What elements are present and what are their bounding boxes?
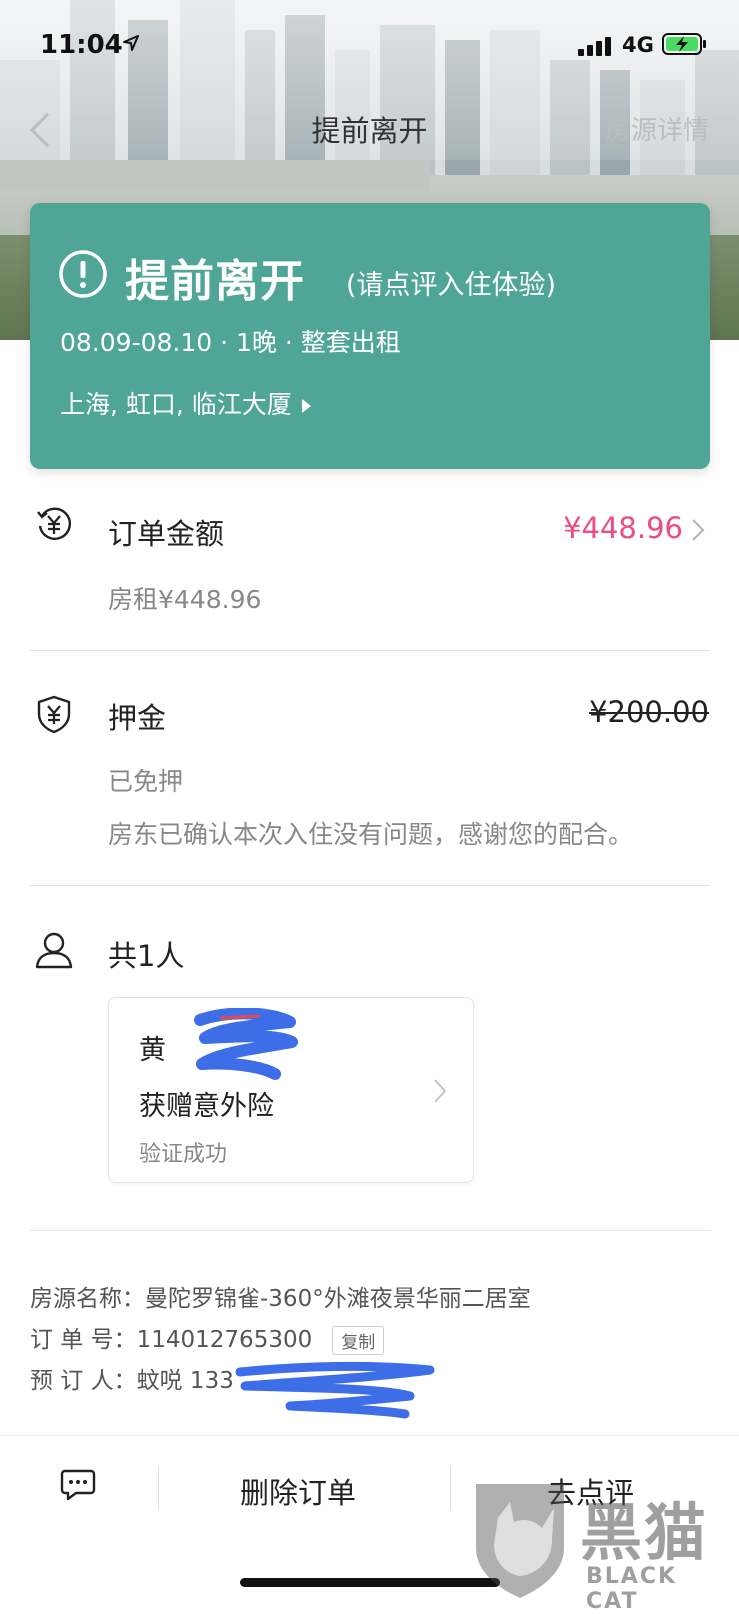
listing-address[interactable]: 上海, 虹口, 临江大厦 xyxy=(60,385,311,421)
location-arrow-icon xyxy=(123,35,139,51)
order-amount-value[interactable]: ¥448.96 xyxy=(563,511,683,545)
delete-order-button[interactable]: 删除订单 xyxy=(240,1470,356,1512)
deposit-amount: ¥200.00 xyxy=(589,695,709,729)
review-hint: (请点评入住体验) xyxy=(346,270,557,301)
status-bar: 11:04 4G xyxy=(0,0,739,90)
deposit-note: 房东已确认本次入住没有问题，感谢您的配合。 xyxy=(108,820,634,849)
order-amount-label: 订单金额 xyxy=(108,517,225,551)
person-icon xyxy=(35,932,73,969)
battery-charging-icon xyxy=(662,33,706,55)
deposit-label: 押金 xyxy=(108,701,167,735)
order-status-card[interactable]: 提前离开 (请点评入住体验) 08.09-08.10 · 1晚 · 整套出租 上… xyxy=(30,203,710,469)
divider xyxy=(30,1230,710,1231)
listing-details-link[interactable]: 房源详情 xyxy=(605,110,709,147)
insurance-label: 获赠意外险 xyxy=(139,1091,274,1122)
exclamation-circle-icon xyxy=(59,250,107,298)
booker: 预 订 人：蚊哾 133 xyxy=(30,1368,234,1394)
chat-bubble-icon[interactable] xyxy=(60,1468,96,1502)
divider xyxy=(30,885,710,886)
watermark-subtext: BLACK CAT xyxy=(586,1564,678,1614)
guest-count: 共1人 xyxy=(108,939,185,973)
rent-detail: 房租¥448.96 xyxy=(108,585,262,614)
yen-refresh-icon xyxy=(37,507,72,540)
blackcat-watermark: 黑猫 BLACK CAT xyxy=(468,1478,739,1614)
guest-name: 黄 xyxy=(139,1035,166,1066)
yen-shield-icon xyxy=(37,695,71,734)
divider xyxy=(158,1466,159,1510)
order-number-row: 订 单 号：114012765300 复制 xyxy=(30,1320,385,1355)
status-time: 11:04 xyxy=(40,30,123,60)
redaction-scribble xyxy=(194,1008,298,1080)
divider xyxy=(30,650,710,651)
cellular-signal-icon xyxy=(578,37,611,56)
watermark-text: 黑猫 xyxy=(580,1496,709,1569)
cat-shield-logo-icon xyxy=(476,1484,564,1598)
deposit-status: 已免押 xyxy=(108,767,184,796)
caret-right-icon xyxy=(301,399,311,413)
chevron-right-icon xyxy=(434,1079,447,1103)
listing-address-text: 上海, 虹口, 临江大厦 xyxy=(60,390,292,419)
network-type: 4G xyxy=(622,33,654,57)
copy-button[interactable]: 复制 xyxy=(332,1326,385,1355)
order-status-title: 提前离开 xyxy=(125,256,305,307)
chevron-right-icon[interactable] xyxy=(691,518,705,542)
stay-dates: 08.09-08.10 · 1晚 · 整套出租 xyxy=(60,328,401,357)
verification-status: 验证成功 xyxy=(139,1142,228,1167)
home-indicator[interactable] xyxy=(240,1578,500,1587)
listing-name: 房源名称：曼陀罗锦雀-360°外滩夜景华丽二居室 xyxy=(30,1286,531,1312)
redaction-scribble xyxy=(235,1361,435,1419)
order-number: 订 单 号：114012765300 xyxy=(30,1327,313,1353)
divider xyxy=(450,1466,451,1510)
